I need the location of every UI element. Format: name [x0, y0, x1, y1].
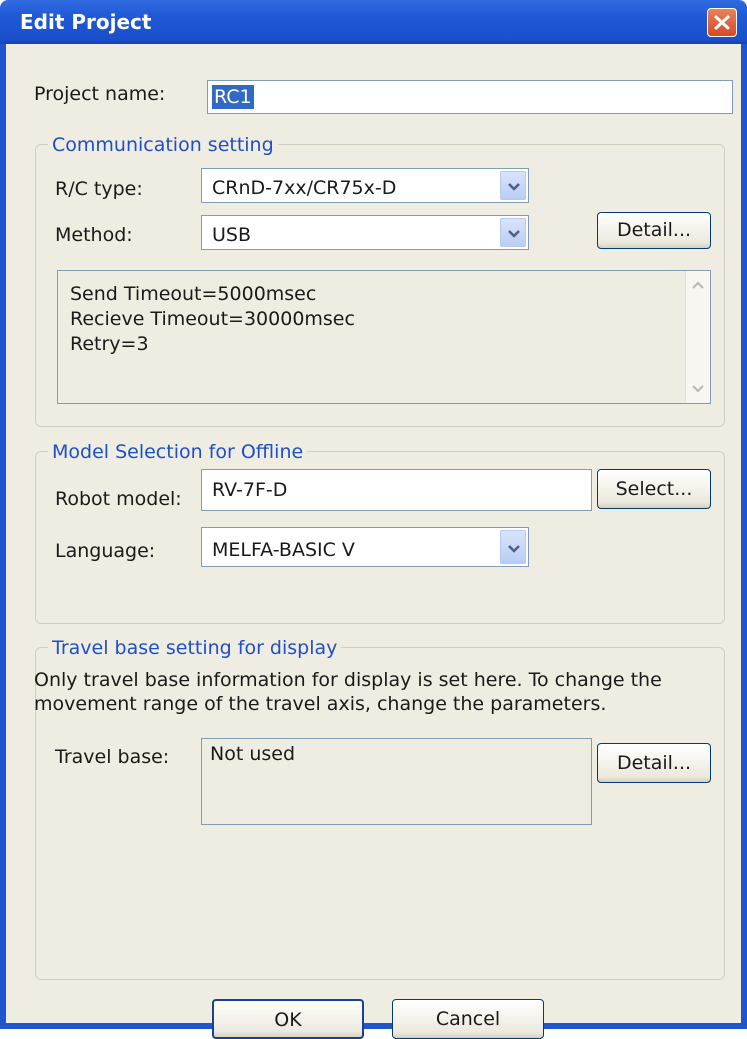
rc-type-dropdown-button[interactable]: [500, 171, 526, 200]
window-frame-bottom: [0, 1023, 747, 1029]
travel-base-label: Travel base:: [55, 746, 170, 768]
project-name-input[interactable]: RC1: [207, 80, 733, 114]
select-model-label: Select...: [615, 478, 693, 500]
travel-base-field[interactable]: Not used: [201, 738, 592, 825]
method-select[interactable]: USB: [201, 215, 529, 250]
cancel-label: Cancel: [435, 1008, 501, 1030]
language-label: Language:: [55, 540, 156, 562]
language-value: MELFA-BASIC V: [212, 539, 355, 561]
info-line-send-timeout: Send Timeout=5000msec: [70, 283, 317, 305]
travel-base-value: Not used: [210, 743, 296, 765]
ok-label: OK: [274, 1009, 302, 1031]
edit-project-dialog: Edit Project Project name: RC1 Communica…: [0, 0, 747, 1039]
travel-description-line-2: movement range of the travel axis, chang…: [34, 693, 607, 715]
travel-detail-button[interactable]: Detail...: [597, 743, 711, 783]
method-dropdown-button[interactable]: [500, 218, 526, 247]
travel-description-line-1: Only travel base information for display…: [34, 669, 662, 691]
ok-button[interactable]: OK: [212, 999, 364, 1039]
method-value: USB: [212, 224, 252, 246]
window-frame-right: [741, 44, 747, 1029]
rc-type-label: R/C type:: [55, 178, 143, 200]
travel-base-title: Travel base setting for display: [48, 637, 342, 659]
select-model-button[interactable]: Select...: [597, 469, 711, 509]
communication-detail-button[interactable]: Detail...: [597, 212, 711, 249]
info-line-receive-timeout: Recieve Timeout=30000msec: [70, 308, 355, 330]
info-line-retry: Retry=3: [70, 333, 149, 355]
rc-type-select[interactable]: CRnD-7xx/CR75x-D: [201, 168, 529, 203]
robot-model-value: RV-7F-D: [212, 479, 288, 501]
language-dropdown-button[interactable]: [500, 530, 526, 564]
model-selection-title: Model Selection for Offline: [48, 441, 308, 463]
title-bar[interactable]: Edit Project: [0, 0, 747, 44]
dialog-title: Edit Project: [20, 10, 152, 34]
cancel-button[interactable]: Cancel: [392, 999, 544, 1039]
language-select[interactable]: MELFA-BASIC V: [201, 527, 529, 567]
communication-detail-label: Detail...: [616, 219, 692, 241]
robot-model-label: Robot model:: [55, 488, 182, 510]
travel-detail-label: Detail...: [616, 752, 692, 774]
robot-model-input[interactable]: RV-7F-D: [201, 469, 592, 511]
communication-setting-title: Communication setting: [48, 134, 278, 156]
rc-type-value: CRnD-7xx/CR75x-D: [212, 177, 397, 199]
project-name-value: RC1: [212, 85, 254, 109]
communication-info-box[interactable]: Send Timeout=5000msec Recieve Timeout=30…: [57, 270, 711, 404]
close-button[interactable]: [707, 8, 737, 37]
method-label: Method:: [55, 224, 133, 246]
project-name-label: Project name:: [34, 83, 166, 105]
info-scrollbar[interactable]: [685, 271, 710, 403]
dialog-body: Project name: RC1 Communication setting …: [6, 44, 741, 1039]
